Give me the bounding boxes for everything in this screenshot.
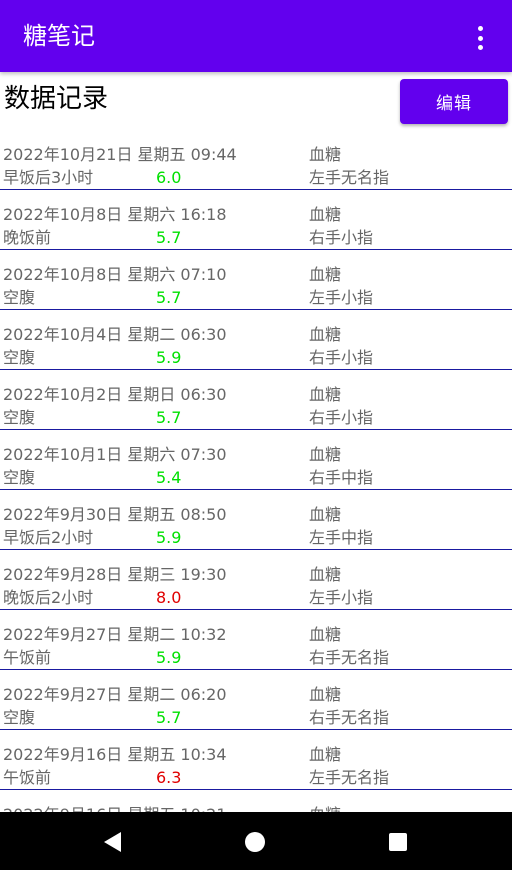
record-finger: 左手中指 <box>309 528 374 547</box>
record-row[interactable]: 2022年10月8日 星期六 16:18 晚饭前 5.7 血糖右手小指 <box>0 190 512 250</box>
record-value: 5.4 <box>156 468 182 487</box>
record-type: 血糖 <box>309 145 342 164</box>
record-condition: 午饭前 <box>3 768 52 787</box>
system-nav-bar <box>0 812 512 870</box>
record-type: 血糖 <box>309 804 341 812</box>
record-condition: 晚饭前 <box>3 228 52 247</box>
record-datetime: 2022年9月28日 星期三 19:30 <box>3 565 227 584</box>
record-datetime: 2022年9月16日 星期五 10:34 <box>3 745 227 764</box>
record-row[interactable]: 2022年10月4日 星期二 06:30 空腹 5.9 血糖右手小指 <box>0 310 512 370</box>
page-title: 数据记录 <box>4 84 109 114</box>
record-datetime: 2022年10月2日 星期日 06:30 <box>3 385 227 404</box>
record-value: 6.0 <box>156 168 182 187</box>
record-row[interactable]: 2022年10月2日 星期日 06:30 空腹 5.7 血糖右手小指 <box>0 370 512 430</box>
record-value: 6.3 <box>156 768 182 787</box>
record-condition: 晚饭后2小时 <box>3 588 94 607</box>
record-condition: 空腹 <box>3 408 36 427</box>
record-row[interactable]: 2022年9月16日 星期五 10:21 血糖 <box>0 790 512 812</box>
record-row[interactable]: 2022年9月30日 星期五 08:50 早饭后2小时 5.9 血糖左手中指 <box>0 490 512 550</box>
record-datetime: 2022年9月30日 星期五 08:50 <box>3 505 227 524</box>
record-value: 5.7 <box>156 288 182 307</box>
more-vert-icon[interactable] <box>468 26 492 50</box>
record-condition: 早饭后3小时 <box>3 168 94 187</box>
home-circle-icon[interactable] <box>245 832 265 852</box>
record-list[interactable]: 2022年10月21日 星期五 09:44 早饭后3小时 6.0 血糖 左手无名指 202… <box>0 130 512 812</box>
record-condition: 午饭前 <box>3 648 52 667</box>
record-value: 5.7 <box>156 228 182 247</box>
record-datetime: 2022年9月16日 星期五 10:21 <box>3 804 227 812</box>
record-row[interactable]: 2022年10月8日 星期六 07:10 空腹 5.7 血糖左手小指 <box>0 250 512 310</box>
record-value: 5.7 <box>156 708 182 727</box>
record-value: 5.9 <box>156 348 182 367</box>
record-finger: 右手无名指 <box>309 708 390 727</box>
record-type: 血糖 <box>309 385 342 404</box>
record-type: 血糖 <box>309 685 342 704</box>
record-type: 血糖 <box>309 205 342 224</box>
record-datetime: 2022年10月8日 星期六 16:18 <box>3 205 227 224</box>
record-finger: 右手无名指 <box>309 648 390 667</box>
record-datetime: 2022年10月1日 星期六 07:30 <box>3 445 227 464</box>
record-finger: 右手小指 <box>309 348 374 367</box>
record-row[interactable]: 2022年9月27日 星期二 10:32 午饭前 5.9 血糖右手无名指 <box>0 610 512 670</box>
record-type: 血糖 <box>309 265 342 284</box>
record-finger: 左手小指 <box>309 588 374 607</box>
record-type: 血糖 <box>309 745 342 764</box>
record-value: 8.0 <box>156 588 182 607</box>
record-row[interactable]: 2022年10月1日 星期六 07:30 空腹 5.4 血糖右手中指 <box>0 430 512 490</box>
record-datetime: 2022年10月8日 星期六 07:10 <box>3 265 227 284</box>
record-finger: 右手中指 <box>309 468 374 487</box>
record-type: 血糖 <box>309 505 342 524</box>
record-condition: 空腹 <box>3 288 36 307</box>
record-finger: 左手无名指 <box>309 168 390 187</box>
record-condition: 空腹 <box>3 348 36 367</box>
record-finger: 右手小指 <box>309 228 374 247</box>
recents-square-icon[interactable] <box>389 833 407 851</box>
record-type: 血糖 <box>309 625 342 644</box>
record-datetime: 2022年10月4日 星期二 06:30 <box>3 325 227 344</box>
app-bar: 糖笔记 <box>0 0 512 72</box>
record-datetime: 2022年9月27日 星期二 10:32 <box>3 625 227 644</box>
record-finger: 右手小指 <box>309 408 374 427</box>
record-condition: 早饭后2小时 <box>3 528 94 547</box>
record-condition: 空腹 <box>3 708 36 727</box>
record-finger: 左手小指 <box>309 288 374 307</box>
record-row[interactable]: 2022年9月27日 星期二 06:20 空腹 5.7 血糖右手无名指 <box>0 670 512 730</box>
record-value: 5.7 <box>156 408 182 427</box>
record-value: 5.9 <box>156 528 182 547</box>
record-type: 血糖 <box>309 565 342 584</box>
app-title: 糖笔记 <box>23 22 95 50</box>
record-row[interactable]: 2022年9月28日 星期三 19:30 晚饭后2小时 8.0 血糖左手小指 <box>0 550 512 610</box>
back-triangle-icon[interactable] <box>104 832 121 852</box>
record-value: 5.9 <box>156 648 182 667</box>
record-type: 血糖 <box>309 325 342 344</box>
record-datetime: 2022年9月27日 星期二 06:20 <box>3 685 227 704</box>
record-condition: 空腹 <box>3 468 36 487</box>
edit-button[interactable]: 编辑 <box>400 79 508 124</box>
record-datetime: 2022年10月21日 星期五 09:44 <box>3 145 237 164</box>
record-row[interactable]: 2022年9月16日 星期五 10:34 午饭前 6.3 血糖左手无名指 <box>0 730 512 790</box>
record-finger: 左手无名指 <box>309 768 390 787</box>
record-row[interactable]: 2022年10月21日 星期五 09:44 早饭后3小时 6.0 血糖左手无名指 <box>0 130 512 190</box>
record-type: 血糖 <box>309 445 342 464</box>
